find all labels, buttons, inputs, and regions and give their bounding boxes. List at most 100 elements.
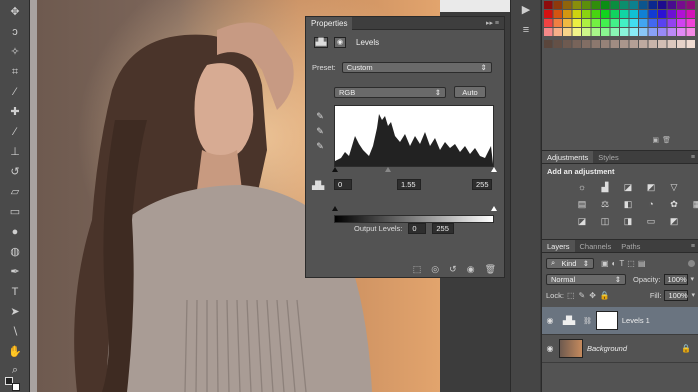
reset-icon[interactable]: ↺ (449, 264, 457, 275)
layer-row[interactable]: ◉ Background 🔒 (542, 335, 698, 363)
panel-menu-icon[interactable]: ≡ (518, 22, 534, 38)
swatch (563, 40, 572, 48)
auto-button[interactable]: Auto (454, 86, 486, 98)
white-point-eyedropper-icon[interactable]: ✎ (314, 140, 326, 152)
levels-adjust-icon[interactable]: ▟ (598, 181, 612, 194)
chevron-down-icon[interactable]: ▾ (691, 291, 695, 299)
preset-select[interactable]: Custom ⇕ (341, 62, 492, 73)
pen-tool-icon[interactable]: ✒ (6, 264, 24, 280)
mask-icon[interactable]: ◉ (334, 37, 346, 48)
lasso-tool-icon[interactable]: ↄ (6, 24, 24, 40)
black-point-eyedropper-icon[interactable]: ✎ (314, 110, 326, 122)
brightness-contrast-icon[interactable]: ☼ (575, 181, 589, 194)
threshold-icon[interactable]: ◨ (621, 215, 635, 228)
tab-adjustments[interactable]: Adjustments (542, 151, 594, 163)
panel-collapse-icon[interactable]: ▸▸ ≡ (486, 19, 499, 27)
layer-mask-thumbnail[interactable] (595, 311, 618, 330)
swatch (620, 28, 629, 36)
output-black-field[interactable]: 0 (408, 223, 427, 234)
gradient-map-icon[interactable]: ▭ (644, 215, 658, 228)
blend-mode-select[interactable]: Normal ⇕ (546, 273, 626, 285)
photo-filter-icon[interactable]: ◔ (644, 198, 658, 211)
exposure-icon[interactable]: ◩ (644, 181, 658, 194)
trash-icon[interactable]: 🗑 (662, 136, 671, 144)
healing-brush-tool-icon[interactable]: ✚ (6, 104, 24, 120)
gray-point-eyedropper-icon[interactable]: ✎ (314, 125, 326, 137)
eye-icon[interactable]: ◉ (545, 344, 555, 353)
crop-tool-icon[interactable]: ⌗ (6, 64, 24, 80)
tab-layers[interactable]: Layers (542, 240, 575, 252)
vibrance-icon[interactable]: ▽ (667, 181, 681, 194)
clip-to-layer-icon[interactable]: ⬚ (413, 264, 422, 275)
chevron-updown-icon: ⇕ (614, 274, 621, 284)
magic-wand-tool-icon[interactable]: ✧ (6, 44, 24, 60)
lock-options-icons[interactable]: ⬚✎✥🔒 (567, 291, 614, 300)
input-black-field[interactable]: 0 (334, 179, 352, 190)
input-black-slider[interactable] (332, 167, 338, 172)
layer-thumbnail[interactable] (559, 339, 583, 358)
chevron-down-icon[interactable]: ▾ (691, 275, 695, 283)
preset-value: Custom (346, 63, 373, 72)
swatches-grid[interactable] (542, 0, 698, 54)
kind-filter-select[interactable]: ⌕ Kind ⇕ (546, 257, 594, 269)
input-gamma-slider[interactable] (385, 167, 391, 172)
output-white-slider[interactable] (491, 206, 497, 211)
color-lookup-icon[interactable]: ▦ (690, 198, 698, 211)
dodge-tool-icon[interactable]: ◍ (6, 244, 24, 260)
swatch (648, 19, 657, 27)
curves-icon[interactable]: ◪ (621, 181, 635, 194)
trash-icon[interactable]: 🗑 (485, 264, 496, 275)
play-icon[interactable]: ▶ (518, 2, 534, 18)
input-gamma-field[interactable]: 1.55 (397, 179, 421, 190)
tab-channels[interactable]: Channels (575, 240, 617, 252)
tab-styles[interactable]: Styles (593, 151, 623, 163)
channel-mixer-icon[interactable]: ✿ (667, 198, 681, 211)
channel-select[interactable]: RGB ⇕ (334, 86, 446, 98)
path-selection-tool-icon[interactable]: ➤ (6, 304, 24, 320)
black-white-icon[interactable]: ◧ (621, 198, 635, 211)
color-balance-icon[interactable]: ⚖ (598, 198, 612, 211)
view-previous-icon[interactable]: ◎ (431, 264, 439, 275)
eraser-tool-icon[interactable]: ▱ (6, 184, 24, 200)
invert-icon[interactable]: ◪ (575, 215, 589, 228)
panel-menu-icon[interactable]: ≡ (687, 243, 698, 252)
clone-stamp-tool-icon[interactable]: ⊥ (6, 144, 24, 160)
gradient-tool-icon[interactable]: ▭ (6, 204, 24, 220)
layer-name[interactable]: Background (587, 344, 627, 353)
posterize-icon[interactable]: ◫ (598, 215, 612, 228)
hue-saturation-icon[interactable]: ▤ (575, 198, 589, 211)
link-icon[interactable]: ⛓ (583, 317, 592, 325)
visibility-icon[interactable]: ◉ (467, 264, 475, 275)
swatch (639, 10, 648, 18)
properties-tab[interactable]: Properties (306, 16, 353, 30)
output-black-slider[interactable] (332, 206, 338, 211)
line-tool-icon[interactable]: ∖ (6, 324, 24, 340)
background-color-swatch[interactable] (12, 383, 20, 391)
chevron-updown-icon: ⇕ (434, 87, 441, 97)
blur-tool-icon[interactable]: ● (6, 224, 24, 240)
eyedropper-tool-icon[interactable]: ⁄ (6, 84, 24, 100)
output-white-field[interactable]: 255 (432, 223, 455, 234)
opacity-label: Opacity: (633, 274, 661, 284)
history-brush-tool-icon[interactable]: ↺ (6, 164, 24, 180)
eye-icon[interactable]: ◉ (545, 316, 555, 325)
filter-type-icons[interactable]: ▣◐T⬚▤ (601, 259, 648, 268)
tab-paths[interactable]: Paths (616, 240, 645, 252)
levels-icon[interactable]: ▟▙ (314, 37, 328, 48)
move-tool-icon[interactable]: ✥ (6, 4, 24, 20)
hand-tool-icon[interactable]: ✋ (6, 344, 24, 360)
brush-tool-icon[interactable]: ∕ (6, 124, 24, 140)
opacity-field[interactable]: 100% (663, 273, 688, 285)
layer-name[interactable]: Levels 1 (622, 316, 650, 325)
layer-row[interactable]: ◉ ▟▙ ⛓ Levels 1 (542, 307, 698, 335)
filter-toggle[interactable] (688, 259, 695, 267)
input-white-slider[interactable] (491, 167, 497, 172)
swatch (544, 10, 553, 18)
type-tool-icon[interactable]: T (6, 284, 24, 300)
input-white-field[interactable]: 255 (472, 179, 492, 190)
selective-color-icon[interactable]: ◩ (667, 215, 681, 228)
new-swatch-icon[interactable]: ▣ (652, 136, 659, 144)
fill-field[interactable]: 100% (664, 289, 689, 301)
zoom-tool-icon[interactable]: ⌕ (6, 362, 24, 378)
panel-menu-icon[interactable]: ≡ (687, 154, 698, 163)
